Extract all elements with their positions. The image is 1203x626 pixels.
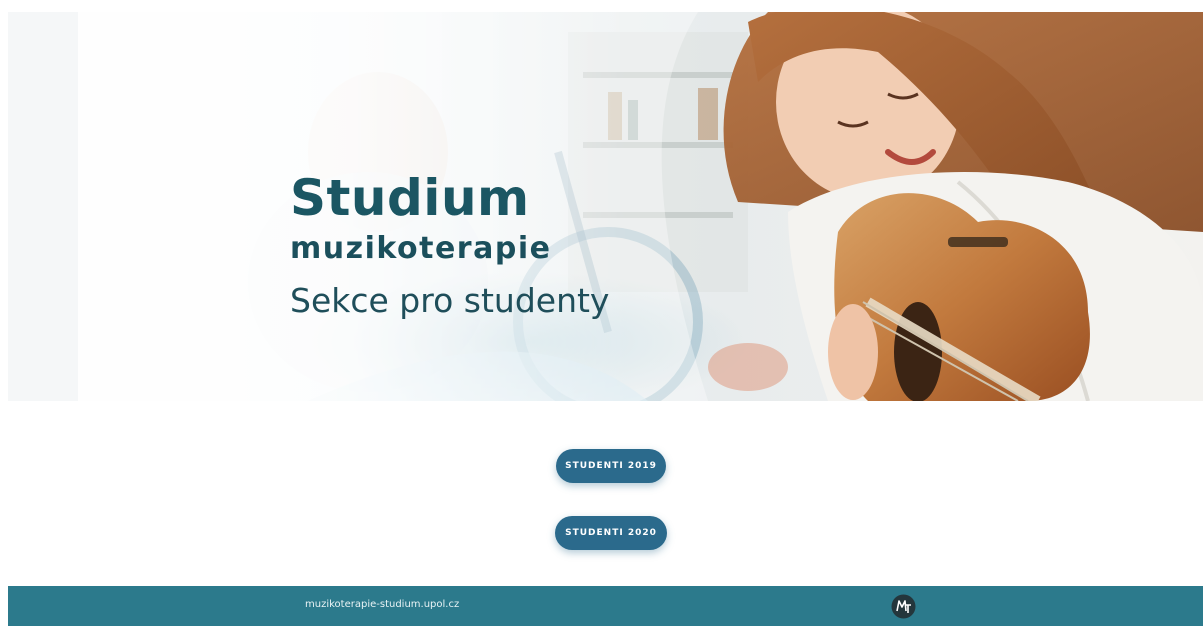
page: Studium muzikoterapie Sekce pro studenty…: [0, 0, 1203, 626]
footer: muzikoterapie-studium.upol.cz: [8, 586, 1203, 626]
hero-left-margin: [8, 12, 78, 401]
hero-text-block: Studium muzikoterapie Sekce pro studenty: [290, 170, 609, 322]
hero-subtitle: muzikoterapie: [290, 231, 552, 266]
hero-title: Studium: [290, 169, 530, 227]
studenti-2020-button[interactable]: STUDENTI 2020: [555, 516, 667, 550]
footer-site-link[interactable]: muzikoterapie-studium.upol.cz: [305, 599, 459, 610]
studenti-2019-button[interactable]: STUDENTI 2019: [556, 449, 666, 483]
hero-banner: Studium muzikoterapie Sekce pro studenty: [8, 12, 1203, 401]
hero-tagline: Sekce pro studenty: [290, 281, 610, 320]
mt-logo-icon[interactable]: [891, 594, 916, 619]
